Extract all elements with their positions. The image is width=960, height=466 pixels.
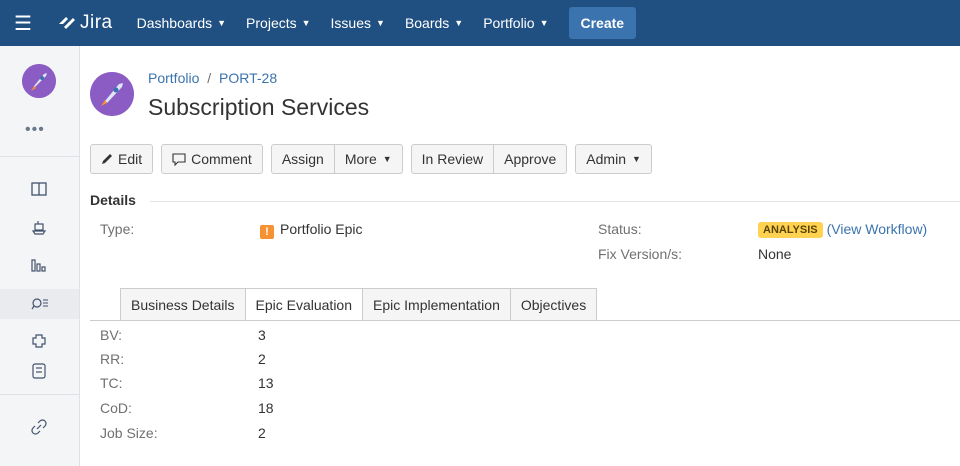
issues-search-icon[interactable] xyxy=(0,289,79,319)
type-value: ! Portfolio Epic xyxy=(260,221,362,239)
nav-dashboards[interactable]: Dashboards ▼ xyxy=(127,0,236,46)
rr-label: RR: xyxy=(100,351,125,367)
comment-icon xyxy=(172,152,186,166)
nav-dashboards-label: Dashboards xyxy=(136,15,213,31)
comment-label: Comment xyxy=(191,151,252,167)
tab-business-details[interactable]: Business Details xyxy=(120,288,246,320)
top-navigation-bar: ☰ Jira Dashboards ▼ Projects ▼ Issues ▼ Boa… xyxy=(0,0,960,46)
sidebar-divider xyxy=(0,394,79,395)
nav-boards[interactable]: Boards ▼ xyxy=(395,0,473,46)
details-divider xyxy=(150,201,960,202)
more-button[interactable]: More ▼ xyxy=(334,144,403,174)
details-tabs: Business Details Epic Evaluation Epic Im… xyxy=(120,288,598,321)
page-title: Subscription Services xyxy=(148,94,370,120)
details-heading: Details xyxy=(90,192,136,208)
cod-value: 18 xyxy=(258,400,274,416)
project-pages-icon[interactable] xyxy=(28,360,50,382)
chevron-down-icon: ▼ xyxy=(217,18,227,28)
nav-portfolio[interactable]: Portfolio ▼ xyxy=(473,0,558,46)
in-review-button[interactable]: In Review xyxy=(410,144,495,174)
type-label: Type: xyxy=(100,221,135,237)
cod-label: CoD: xyxy=(100,400,132,416)
nav-boards-label: Boards xyxy=(404,15,450,31)
breadcrumb-issue-key-link[interactable]: PORT-28 xyxy=(219,70,277,86)
tab-epic-evaluation[interactable]: Epic Evaluation xyxy=(245,288,364,321)
board-icon[interactable] xyxy=(28,178,50,200)
view-workflow-link[interactable]: (View Workflow) xyxy=(827,221,928,237)
link-icon[interactable] xyxy=(28,416,50,438)
releases-icon[interactable] xyxy=(28,216,50,238)
edit-button[interactable]: Edit xyxy=(90,144,154,174)
jira-logo[interactable]: Jira xyxy=(56,12,113,34)
nav-projects-label: Projects xyxy=(246,15,297,31)
bv-value: 3 xyxy=(258,327,266,343)
menu-icon[interactable]: ☰ xyxy=(0,0,46,46)
breadcrumb-separator: / xyxy=(207,70,212,86)
more-options-icon[interactable]: ••• xyxy=(25,121,45,139)
chevron-down-icon: ▼ xyxy=(376,18,385,28)
admin-label: Admin xyxy=(586,151,626,167)
tc-label: TC: xyxy=(100,375,123,391)
bv-label: BV: xyxy=(100,327,123,343)
rocket-icon xyxy=(90,72,134,116)
fix-version-label: Fix Version/s: xyxy=(598,246,683,262)
portfolio-epic-icon: ! xyxy=(260,225,274,239)
logo-text: Jira xyxy=(80,12,113,33)
fix-version-value: None xyxy=(758,246,792,262)
sidebar-divider xyxy=(0,156,79,157)
comment-button[interactable]: Comment xyxy=(161,144,263,174)
nav-projects[interactable]: Projects ▼ xyxy=(236,0,321,46)
project-avatar-icon[interactable] xyxy=(22,64,56,98)
chevron-down-icon: ▼ xyxy=(454,18,464,28)
more-label: More xyxy=(344,151,377,167)
create-button[interactable]: Create xyxy=(568,7,637,39)
chevron-down-icon: ▼ xyxy=(301,18,311,28)
edit-label: Edit xyxy=(118,151,143,167)
tab-epic-implementation[interactable]: Epic Implementation xyxy=(363,288,511,320)
nav-issues[interactable]: Issues ▼ xyxy=(321,0,395,46)
reports-icon[interactable] xyxy=(28,254,50,276)
chevron-down-icon: ▼ xyxy=(382,154,392,164)
issue-toolbar: Edit Comment Assign More ▼ In Review Appr… xyxy=(90,144,660,176)
tabs-divider xyxy=(90,320,960,321)
project-sidebar: ••• xyxy=(0,46,80,466)
chevron-down-icon: ▼ xyxy=(539,18,549,28)
type-value-text: Portfolio Epic xyxy=(280,221,363,237)
breadcrumb: Portfolio / PORT-28 xyxy=(148,70,277,86)
tc-value: 13 xyxy=(258,375,274,391)
admin-button[interactable]: Admin ▼ xyxy=(575,144,652,174)
job-size-label: Job Size: xyxy=(100,425,158,441)
status-label: Status: xyxy=(598,221,642,237)
rr-value: 2 xyxy=(258,351,266,367)
pencil-icon xyxy=(101,153,113,165)
nav-portfolio-label: Portfolio xyxy=(483,15,535,31)
add-ons-icon[interactable] xyxy=(28,330,50,352)
tab-objectives[interactable]: Objectives xyxy=(510,288,598,320)
breadcrumb-project-link[interactable]: Portfolio xyxy=(148,70,199,86)
chevron-down-icon: ▼ xyxy=(631,154,641,164)
issue-view: Portfolio / PORT-28 Subscription Service… xyxy=(80,46,960,466)
nav-issues-label: Issues xyxy=(330,15,372,31)
approve-button[interactable]: Approve xyxy=(494,144,568,174)
status-lozenge: ANALYSIS xyxy=(758,222,823,238)
job-size-value: 2 xyxy=(258,425,266,441)
jira-logo-icon xyxy=(59,17,75,29)
status-value: ANALYSIS (View Workflow) xyxy=(758,221,927,238)
assign-button[interactable]: Assign xyxy=(270,144,335,174)
